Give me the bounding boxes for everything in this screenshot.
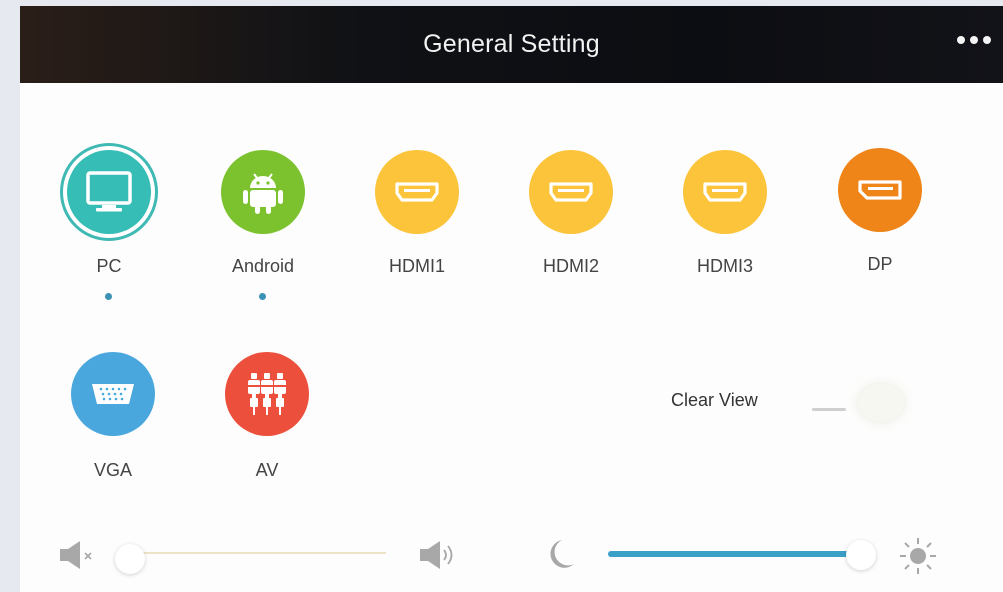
rca-icon <box>225 352 309 436</box>
general-setting-screen: General Setting PC Android HDMI1 HDMI2 H… <box>20 6 1003 592</box>
brightness-knob[interactable] <box>846 540 876 570</box>
source-label: HDMI1 <box>388 256 445 276</box>
source-pc[interactable]: PC <box>49 150 169 310</box>
source-label: HDMI2 <box>542 256 599 276</box>
source-label: VGA <box>93 460 132 480</box>
source-label: HDMI3 <box>696 256 753 276</box>
monitor-icon <box>67 150 151 234</box>
mute-icon[interactable] <box>58 539 98 576</box>
source-dp[interactable]: DP <box>820 148 940 288</box>
source-hdmi2[interactable]: HDMI2 <box>511 150 631 290</box>
volume-icon[interactable] <box>418 538 458 577</box>
source-av[interactable]: AV <box>207 352 327 482</box>
header-bar: General Setting <box>20 6 1003 83</box>
source-android[interactable]: Android <box>203 150 323 310</box>
source-hdmi1[interactable]: HDMI1 <box>357 150 477 290</box>
page-title: General Setting <box>423 30 600 58</box>
volume-track <box>124 552 386 554</box>
hdmi-icon <box>375 150 459 234</box>
more-dot <box>983 36 991 44</box>
source-label: AV <box>255 460 279 480</box>
displayport-icon <box>838 148 922 232</box>
source-label: PC <box>96 256 122 276</box>
more-dot <box>957 36 965 44</box>
hdmi-icon <box>529 150 613 234</box>
hdmi-icon <box>683 150 767 234</box>
toggle-thumb <box>858 384 904 422</box>
clear-view-label: Clear View <box>671 390 758 410</box>
volume-slider[interactable] <box>115 544 386 574</box>
sun-icon[interactable] <box>898 536 938 581</box>
toggle-track <box>812 408 846 411</box>
brightness-slider[interactable] <box>608 540 876 570</box>
more-dot <box>970 36 978 44</box>
volume-knob[interactable] <box>115 544 145 574</box>
clear-view-toggle[interactable] <box>812 382 908 422</box>
brightness-track <box>608 551 854 557</box>
source-label: Android <box>231 256 295 276</box>
signal-indicator-dot <box>105 293 112 300</box>
android-icon <box>221 150 305 234</box>
source-label: DP <box>867 254 893 274</box>
source-hdmi3[interactable]: HDMI3 <box>665 150 785 290</box>
moon-icon[interactable] <box>540 536 578 579</box>
more-dots-icon[interactable] <box>957 36 991 44</box>
source-vga[interactable]: VGA <box>53 352 173 482</box>
signal-indicator-dot <box>259 293 266 300</box>
vga-icon <box>71 352 155 436</box>
